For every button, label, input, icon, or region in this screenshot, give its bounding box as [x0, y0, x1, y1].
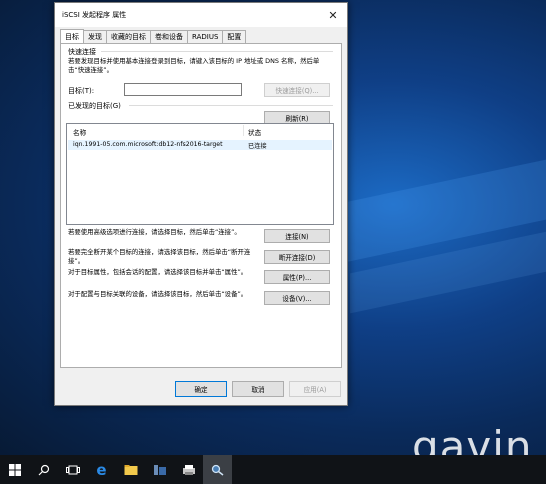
properties-button[interactable]: 属性(P)...: [264, 270, 330, 284]
connect-description: 若要使用高级选项进行连接，请选择目标，然后单击“连接”。: [68, 228, 241, 236]
edge-button[interactable]: e: [87, 455, 116, 484]
target-input[interactable]: [124, 83, 242, 96]
target-label: 目标(T):: [68, 87, 95, 95]
printer-button[interactable]: [174, 455, 203, 484]
target-name: iqn.1991-05.com.microsoft:db12-nfs2016-t…: [73, 141, 223, 148]
column-header-status[interactable]: 状态: [248, 127, 261, 137]
tab-targets[interactable]: 目标: [60, 29, 84, 43]
iscsi-initiator-icon: [211, 464, 223, 476]
tab-discovery[interactable]: 发现: [83, 30, 107, 43]
search-icon: [38, 464, 49, 475]
file-explorer-button[interactable]: [116, 455, 145, 484]
quick-connect-button[interactable]: 快速连接(Q)...: [264, 83, 330, 97]
targets-panel: 快速连接 若要发现目标并使用基本连接登录到目标，请键入该目标的 IP 地址或 D…: [60, 43, 342, 368]
taskbar: e: [0, 455, 546, 484]
window-title: iSCSI 发起程序 属性: [62, 11, 127, 19]
quick-connect-description: 若要发现目标并使用基本连接登录到目标，请键入该目标的 IP 地址或 DNS 名称…: [68, 57, 320, 74]
task-view-button[interactable]: [58, 455, 87, 484]
tab-radius[interactable]: RADIUS: [187, 30, 224, 43]
folder-icon: [124, 464, 137, 475]
watermark-text: gavin: [412, 422, 533, 455]
search-button[interactable]: [29, 455, 58, 484]
discovered-targets-list: 名称 状态 iqn.1991-05.com.microsoft:db12-nfs…: [66, 123, 334, 225]
disconnect-description: 若要完全断开某个目标的连接，请选择该目标，然后单击“断开连接”。: [68, 248, 251, 265]
devices-description: 对于配置与目标关联的设备，请选择该目标，然后单击“设备”。: [68, 290, 248, 298]
iscsi-properties-dialog: iSCSI 发起程序 属性 ✕ 目标 发现 收藏的目标 卷和设备 RADIUS …: [54, 2, 348, 406]
column-separator: [243, 125, 244, 136]
tab-volumes-devices[interactable]: 卷和设备: [150, 30, 188, 43]
server-manager-icon: [153, 464, 166, 475]
properties-description: 对于目标属性，包括会话的配置，请选择该目标并单击“属性”。: [68, 268, 248, 276]
cancel-button[interactable]: 取消: [232, 381, 284, 397]
close-icon: ✕: [328, 8, 338, 22]
task-view-icon: [65, 465, 80, 474]
column-header-name[interactable]: 名称: [73, 127, 86, 137]
iscsi-initiator-button[interactable]: [203, 455, 232, 484]
target-status: 已连接: [248, 143, 267, 150]
printer-icon: [182, 464, 195, 475]
target-row[interactable]: iqn.1991-05.com.microsoft:db12-nfs2016-t…: [68, 140, 332, 150]
group-divider: [129, 105, 333, 106]
server-manager-button[interactable]: [145, 455, 174, 484]
apply-button[interactable]: 应用(A): [289, 381, 341, 397]
tab-favorite-targets[interactable]: 收藏的目标: [106, 30, 151, 43]
title-bar: iSCSI 发起程序 属性 ✕: [55, 3, 347, 27]
ok-button[interactable]: 确定: [175, 381, 227, 397]
tab-strip: 目标 发现 收藏的目标 卷和设备 RADIUS 配置: [60, 29, 347, 43]
edge-icon: e: [96, 460, 107, 479]
close-button[interactable]: ✕: [325, 7, 341, 23]
quick-connect-heading: 快速连接: [68, 48, 96, 56]
group-divider: [101, 51, 333, 52]
start-button[interactable]: [0, 455, 29, 484]
connect-button[interactable]: 连接(N): [264, 229, 330, 243]
discovered-targets-heading: 已发现的目标(G): [68, 102, 121, 110]
disconnect-button[interactable]: 断开连接(D): [264, 250, 330, 264]
windows-logo-icon: [8, 463, 21, 476]
tab-configuration[interactable]: 配置: [222, 30, 247, 43]
devices-button[interactable]: 设备(V)...: [264, 291, 330, 305]
